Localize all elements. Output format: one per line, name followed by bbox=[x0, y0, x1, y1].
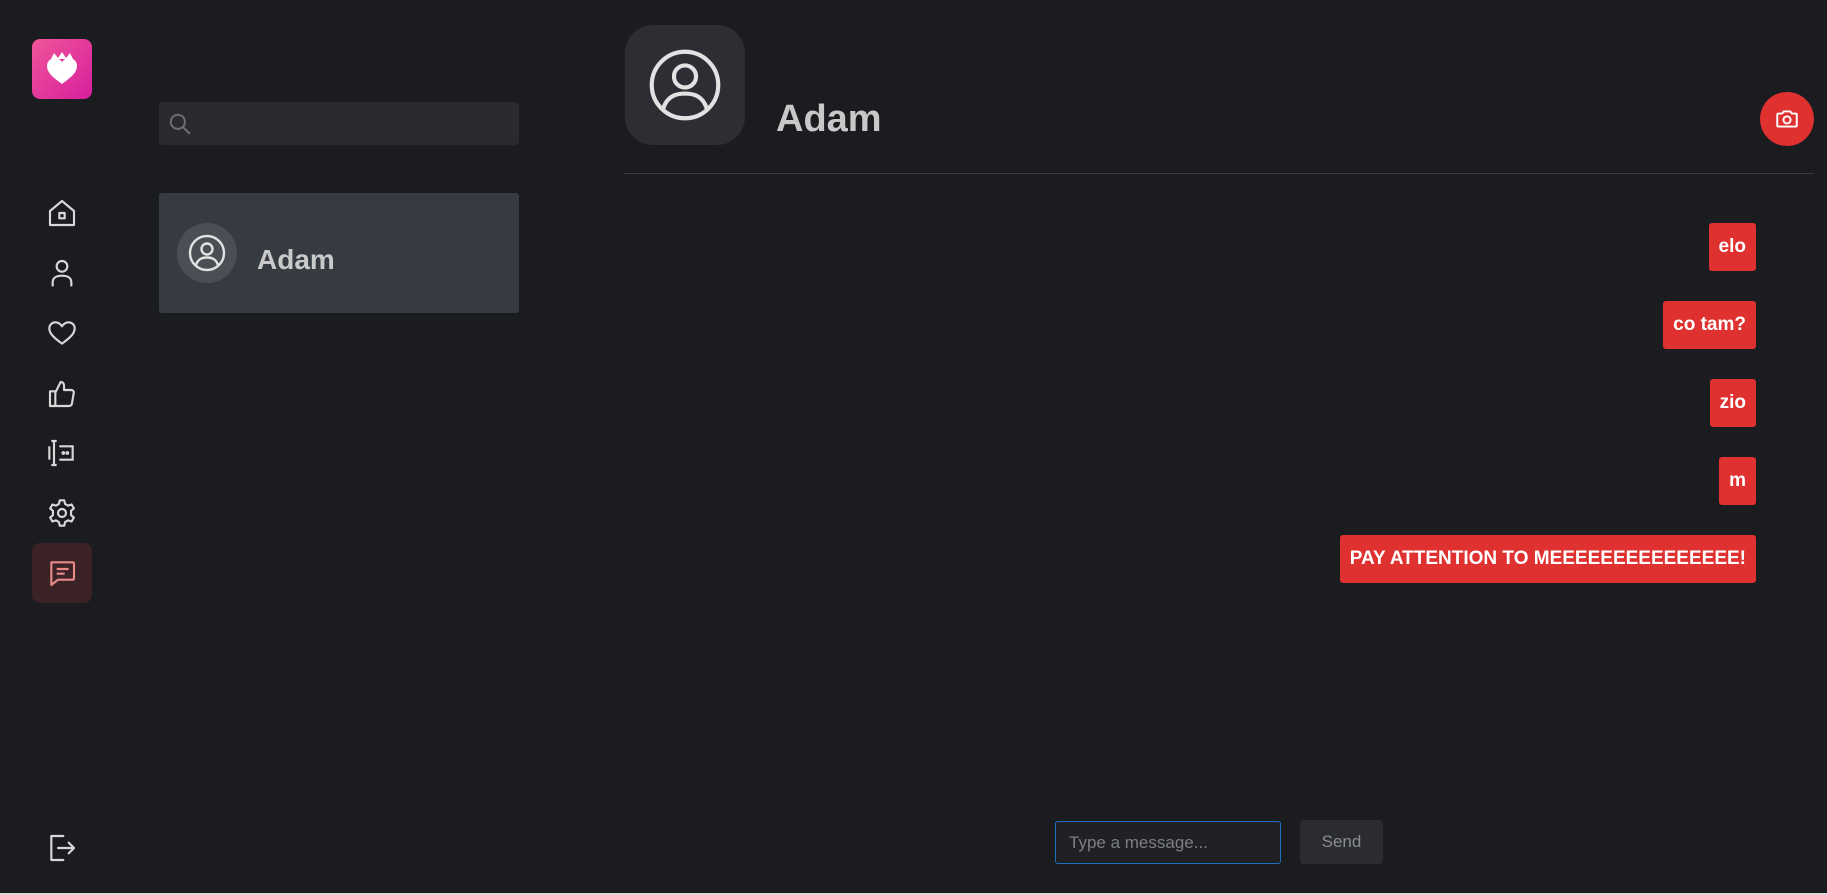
message-bubble: PAY ATTENTION TO MEEEEEEEEEEEEEEE! bbox=[1339, 535, 1756, 583]
nav-matches[interactable] bbox=[32, 364, 92, 424]
chat-title: Adam bbox=[776, 98, 882, 140]
thumbs-up-icon bbox=[48, 380, 75, 408]
user-circle-icon bbox=[188, 234, 226, 272]
message-input[interactable] bbox=[1055, 821, 1281, 864]
nav-home[interactable] bbox=[32, 183, 92, 243]
nav-likes[interactable] bbox=[32, 303, 92, 363]
contact-name: Adam bbox=[257, 244, 335, 275]
nav-settings[interactable] bbox=[32, 483, 92, 543]
nav-rail bbox=[0, 0, 124, 893]
message-bubble: zio bbox=[1709, 379, 1756, 427]
chat-avatar bbox=[625, 25, 745, 145]
nav-messages[interactable] bbox=[32, 543, 92, 603]
text-cursor-icon bbox=[48, 439, 74, 467]
camera-icon bbox=[1776, 110, 1798, 128]
message-list: elo co tam? zio m PAY ATTENTION TO MEEEE… bbox=[756, 223, 1756, 583]
contact-avatar bbox=[177, 223, 237, 283]
send-button[interactable]: Send bbox=[1300, 820, 1383, 864]
app-logo[interactable] bbox=[32, 39, 92, 99]
heart-crown-logo-icon bbox=[47, 52, 77, 84]
search-input[interactable] bbox=[193, 102, 519, 145]
nav-profile[interactable] bbox=[32, 243, 92, 303]
message-bubble: m bbox=[1719, 457, 1756, 505]
logout-icon bbox=[50, 834, 76, 862]
heart-icon bbox=[48, 321, 76, 345]
nav-logout[interactable] bbox=[32, 818, 92, 878]
search-bar bbox=[159, 102, 519, 145]
camera-button[interactable] bbox=[1760, 92, 1814, 146]
message-bubble: co tam? bbox=[1663, 301, 1756, 349]
settings-icon bbox=[49, 499, 75, 527]
search-icon bbox=[169, 113, 191, 134]
message-bubble: elo bbox=[1708, 223, 1756, 271]
contact-item[interactable]: Adam bbox=[159, 193, 519, 313]
user-icon bbox=[51, 259, 73, 287]
home-icon bbox=[48, 199, 76, 227]
user-circle-icon bbox=[649, 49, 721, 121]
header-divider bbox=[624, 173, 1814, 174]
chat-icon bbox=[50, 561, 76, 587]
nav-editor[interactable] bbox=[32, 423, 92, 483]
